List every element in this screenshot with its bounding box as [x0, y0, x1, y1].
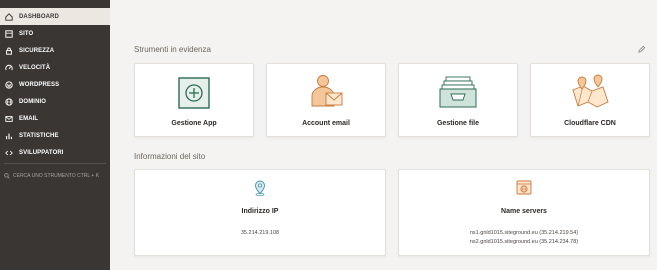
sidebar-item-label: SICUREZZA: [19, 47, 55, 54]
app-manager-icon: [178, 77, 210, 109]
sidebar-divider: [4, 163, 106, 164]
ip-address-value: 35.214.219.108: [240, 230, 280, 236]
site-info-section-title: Informazioni del sito: [134, 152, 206, 161]
code-icon: [4, 148, 14, 158]
sidebar: DASHBOARD SITO SICUREZZA VELOCITÀ WORDPR…: [0, 0, 110, 270]
server-globe-icon: [516, 180, 532, 195]
name-servers-label: Name servers: [501, 208, 547, 215]
search-icon: [4, 173, 10, 179]
lock-icon: [4, 46, 14, 56]
sidebar-item-statistiche[interactable]: STATISTICHE: [0, 127, 110, 144]
edit-icon[interactable]: [637, 45, 646, 54]
sidebar-item-label: SITO: [19, 30, 34, 37]
sidebar-item-label: DASHBOARD: [19, 13, 59, 20]
tool-card-label: Gestione file: [436, 120, 479, 127]
location-pin-icon: [255, 180, 265, 196]
site-icon: [4, 29, 14, 39]
sidebar-item-velocita[interactable]: VELOCITÀ: [0, 59, 110, 76]
sidebar-item-dashboard[interactable]: DASHBOARD: [0, 8, 110, 25]
sidebar-item-sviluppatori[interactable]: SVILUPPATORI: [0, 144, 110, 161]
tool-search[interactable]: CERCA UNO STRUMENTO CTRL + K: [4, 173, 99, 179]
sidebar-item-dominio[interactable]: DOMINIO: [0, 93, 110, 110]
name-servers-card: Name servers ns1.gnld1015.siteground.eu …: [398, 169, 650, 256]
tool-card-label: Gestione App: [171, 120, 217, 127]
speed-icon: [4, 63, 14, 73]
sidebar-item-label: STATISTICHE: [19, 132, 59, 139]
ip-address-label: Indirizzo IP: [241, 208, 279, 215]
stats-icon: [4, 131, 14, 141]
ip-address-card: Indirizzo IP 35.214.219.108: [134, 169, 386, 256]
sidebar-item-label: SVILUPPATORI: [19, 149, 64, 156]
tool-card-cloudflare-cdn[interactable]: Cloudflare CDN: [530, 63, 650, 137]
sidebar-item-label: DOMINIO: [19, 98, 47, 105]
sidebar-item-sito[interactable]: SITO: [0, 25, 110, 42]
email-account-icon: [311, 75, 343, 107]
cdn-map-icon: [572, 74, 609, 108]
sidebar-item-label: WORDPRESS: [19, 81, 60, 88]
sidebar-item-label: VELOCITÀ: [19, 64, 51, 71]
tools-section-title: Strumenti in evidenza: [134, 45, 211, 54]
sidebar-item-email[interactable]: EMAIL: [0, 110, 110, 127]
tool-card-label: Account email: [302, 120, 350, 127]
name-server-2: ns2.gnld1015.siteground.eu (35.214.234.7…: [469, 239, 579, 245]
globe-icon: [4, 97, 14, 107]
wordpress-icon: [4, 80, 14, 90]
tool-card-file-manager[interactable]: Gestione file: [398, 63, 518, 137]
sidebar-item-wordpress[interactable]: WORDPRESS: [0, 76, 110, 93]
sidebar-item-label: EMAIL: [19, 115, 39, 122]
tool-card-label: Cloudflare CDN: [564, 120, 616, 127]
file-manager-icon: [439, 76, 477, 108]
email-icon: [4, 114, 14, 124]
sidebar-item-sicurezza[interactable]: SICUREZZA: [0, 42, 110, 59]
search-label: CERCA UNO STRUMENTO CTRL + K: [13, 173, 99, 179]
tool-card-app-manager[interactable]: Gestione App: [134, 63, 254, 137]
home-icon: [4, 12, 14, 22]
name-server-1: ns1.gnld1015.siteground.eu (35.214.219.5…: [469, 230, 579, 236]
tool-card-email-account[interactable]: Account email: [266, 63, 386, 137]
